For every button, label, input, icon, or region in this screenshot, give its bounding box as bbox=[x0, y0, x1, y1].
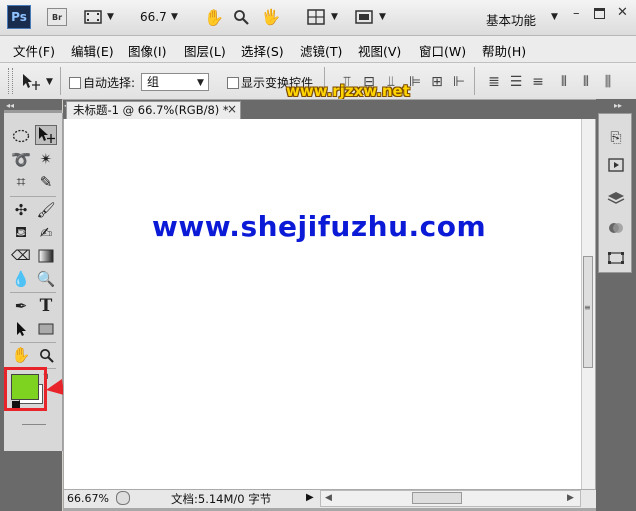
history-panel-icon[interactable]: ⎘ bbox=[606, 128, 626, 148]
scroll-left-icon[interactable]: ◀ bbox=[325, 493, 332, 503]
screen-mode-dropdown-icon[interactable]: ▼ bbox=[379, 12, 386, 22]
layers-panel-icon[interactable] bbox=[606, 188, 626, 208]
paths-panel-icon[interactable] bbox=[606, 248, 626, 268]
separator bbox=[60, 67, 61, 95]
menu-layer[interactable]: 图层(L) bbox=[184, 41, 226, 60]
rectangle-tool-icon[interactable] bbox=[35, 319, 57, 339]
move-tool-preset-icon[interactable] bbox=[20, 72, 42, 92]
healing-brush-tool-icon[interactable]: ✣ bbox=[10, 200, 32, 220]
watermark-text: www.rjzxw.net bbox=[286, 82, 410, 100]
workspace-switcher[interactable]: 基本功能 bbox=[486, 10, 536, 29]
distribute-right-icon[interactable]: ⫼ bbox=[599, 74, 617, 90]
document-tab[interactable]: 未标题-1 @ 66.7%(RGB/8) * bbox=[66, 101, 241, 119]
show-transform-checkbox[interactable] bbox=[227, 77, 239, 89]
zoom-tool-icon[interactable] bbox=[231, 7, 251, 27]
status-info-icon[interactable] bbox=[116, 491, 130, 505]
move-tool-icon[interactable] bbox=[35, 125, 57, 145]
clone-stamp-tool-icon[interactable]: ⛾ bbox=[10, 223, 32, 243]
align-horizontal-center-icon[interactable]: ⊞ bbox=[428, 74, 446, 90]
distribute-bottom-icon[interactable]: ≡ bbox=[529, 74, 547, 90]
status-document-info: 文档:5.14M/0 字节 bbox=[171, 492, 272, 506]
pen-tool-icon[interactable]: ✒ bbox=[10, 296, 32, 316]
options-bar-grip[interactable] bbox=[8, 68, 13, 94]
arrange-dropdown-icon[interactable]: ▼ bbox=[331, 12, 338, 22]
auto-select-label: 自动选择: bbox=[83, 76, 136, 90]
distribute-horizontal-center-icon[interactable]: ⦀ bbox=[577, 74, 595, 90]
document-tab-close-icon[interactable]: × bbox=[227, 102, 237, 116]
quick-mask-divider bbox=[22, 424, 46, 425]
hand-tool-panel-icon[interactable]: ✋ bbox=[10, 345, 32, 365]
vertical-scroll-thumb[interactable] bbox=[583, 256, 593, 368]
distribute-vertical-center-icon[interactable]: ☰ bbox=[507, 74, 525, 90]
magic-wand-tool-icon[interactable]: ✴ bbox=[35, 149, 57, 169]
actions-panel-icon[interactable] bbox=[606, 155, 626, 175]
document-tab-title: 未标题-1 @ 66.7%(RGB/8) * bbox=[73, 103, 229, 117]
workspace-dropdown-icon[interactable]: ▼ bbox=[551, 12, 558, 22]
zoom-dropdown-icon[interactable]: ▼ bbox=[171, 12, 178, 22]
lasso-tool-icon[interactable]: ➰ bbox=[10, 149, 32, 169]
crop-tool-icon[interactable]: ⌗ bbox=[10, 172, 32, 192]
menu-filter[interactable]: 滤镜(T) bbox=[300, 41, 342, 60]
restore-icon[interactable] bbox=[594, 8, 605, 19]
gradient-tool-icon[interactable] bbox=[35, 246, 57, 266]
highlight-box bbox=[4, 367, 47, 411]
auto-select-checkbox[interactable] bbox=[69, 77, 81, 89]
minimize-icon[interactable]: – bbox=[573, 6, 580, 21]
history-brush-tool-icon[interactable]: ✍ bbox=[35, 223, 57, 243]
channels-panel-icon[interactable] bbox=[606, 218, 626, 238]
status-zoom[interactable]: 66.67% bbox=[67, 492, 109, 505]
zoom-tool-panel-icon[interactable] bbox=[35, 345, 57, 365]
brush-tool-icon[interactable]: 🖌 bbox=[35, 200, 57, 220]
blur-tool-icon[interactable]: 💧 bbox=[10, 269, 32, 289]
align-right-icon[interactable]: ⊩ bbox=[450, 74, 468, 90]
hand-tool-icon[interactable]: ✋ bbox=[204, 7, 224, 27]
rotate-view-icon[interactable]: 🖐 bbox=[261, 7, 281, 27]
eraser-tool-icon[interactable]: ⌫ bbox=[10, 246, 32, 266]
tool-separator bbox=[10, 342, 56, 343]
type-tool-icon[interactable]: T bbox=[35, 296, 57, 316]
photoshop-logo: Ps bbox=[7, 5, 31, 29]
scroll-right-icon[interactable]: ▶ bbox=[567, 493, 574, 503]
tool-separator bbox=[10, 292, 56, 293]
tool-separator bbox=[10, 196, 56, 197]
menu-file[interactable]: 文件(F) bbox=[13, 41, 55, 60]
collapse-tools-icon[interactable]: ◂◂ bbox=[6, 101, 14, 110]
view-extras-icon[interactable] bbox=[83, 8, 103, 26]
separator bbox=[474, 67, 475, 95]
auto-select-value: 组 bbox=[147, 75, 160, 89]
menu-image[interactable]: 图像(I) bbox=[128, 41, 166, 60]
bridge-button[interactable]: Br bbox=[47, 8, 67, 26]
menu-help[interactable]: 帮助(H) bbox=[482, 41, 526, 60]
path-selection-tool-icon[interactable] bbox=[10, 319, 32, 339]
status-menu-arrow-icon[interactable]: ▶ bbox=[306, 492, 314, 503]
horizontal-scroll-thumb[interactable] bbox=[412, 492, 462, 504]
view-extras-dropdown-icon[interactable]: ▼ bbox=[107, 12, 114, 22]
arrange-documents-icon[interactable] bbox=[306, 8, 326, 26]
document-canvas[interactable] bbox=[64, 119, 581, 489]
distribute-left-icon[interactable]: ⫴ bbox=[555, 74, 573, 90]
eyedropper-tool-icon[interactable]: ✎ bbox=[35, 172, 57, 192]
scroll-thumb-grip: ≡ bbox=[584, 303, 591, 312]
auto-select-dropdown-icon[interactable]: ▼ bbox=[197, 78, 204, 88]
close-icon[interactable]: ✕ bbox=[617, 5, 628, 20]
tool-preset-dropdown-icon[interactable]: ▼ bbox=[46, 77, 53, 87]
expand-panels-icon[interactable]: ▸▸ bbox=[614, 101, 622, 110]
menu-select[interactable]: 选择(S) bbox=[241, 41, 284, 60]
dodge-tool-icon[interactable]: 🔍 bbox=[35, 269, 57, 289]
menu-window[interactable]: 窗口(W) bbox=[419, 41, 466, 60]
menu-view[interactable]: 视图(V) bbox=[358, 41, 401, 60]
screen-mode-icon[interactable] bbox=[354, 8, 374, 26]
menu-edit[interactable]: 编辑(E) bbox=[71, 41, 114, 60]
canvas-text: www.shejifuzhu.com bbox=[152, 210, 487, 243]
elliptical-marquee-tool-icon[interactable] bbox=[10, 126, 32, 146]
distribute-top-icon[interactable]: ≣ bbox=[485, 74, 503, 90]
zoom-level[interactable]: 66.7 bbox=[140, 10, 167, 24]
